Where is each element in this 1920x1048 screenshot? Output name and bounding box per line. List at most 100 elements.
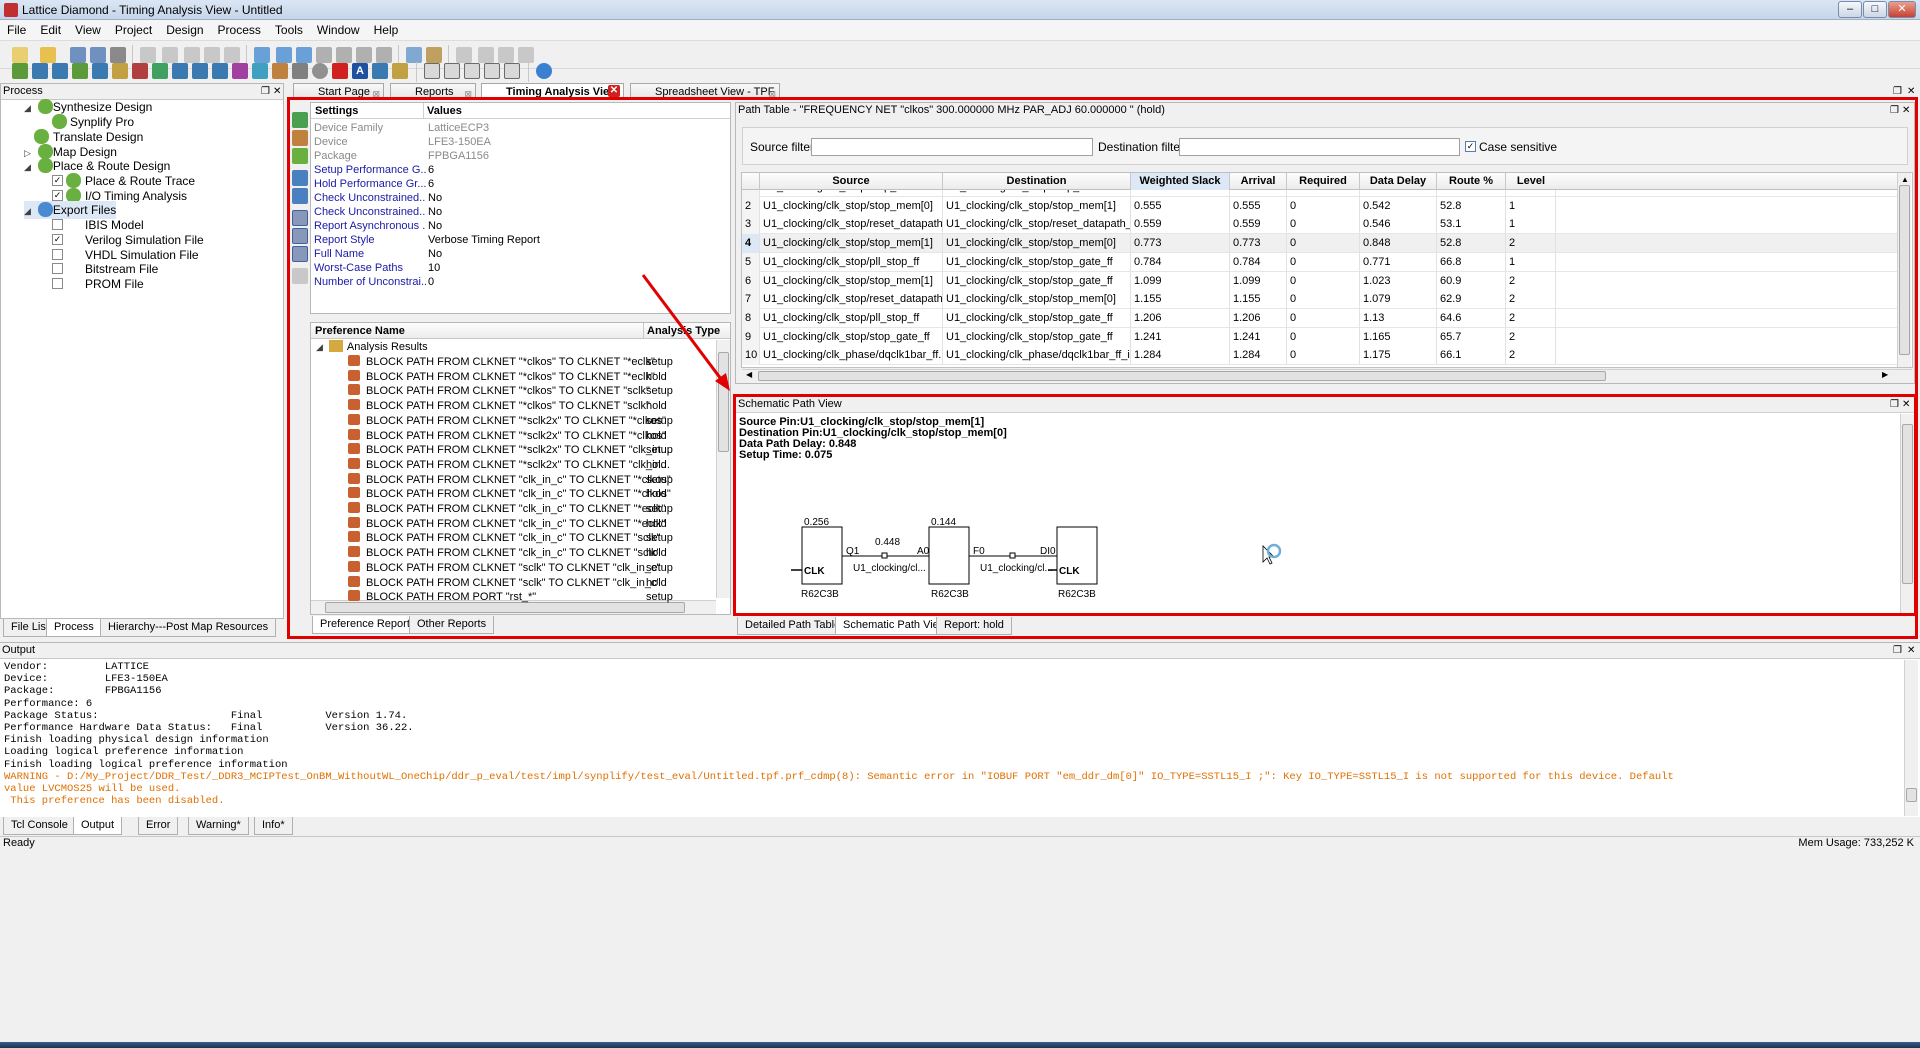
menu-help[interactable]: Help (367, 20, 406, 37)
panel-view-2-icon[interactable] (292, 228, 308, 244)
wand-icon[interactable] (392, 63, 408, 79)
layout-d-icon[interactable] (484, 63, 500, 79)
tab-report-hold[interactable]: Report: hold (936, 617, 1012, 635)
close-tab-icon[interactable]: ✕ (608, 85, 620, 97)
scroll-thumb[interactable] (1899, 185, 1910, 355)
column-destination[interactable]: Destination (943, 173, 1131, 190)
checkbox-checked[interactable]: ✓ (52, 234, 63, 245)
column-data-delay[interactable]: Data Delay (1360, 173, 1437, 190)
programmer-icon[interactable] (272, 63, 288, 79)
tab-start-page[interactable]: Start Page ⊠ (293, 83, 384, 100)
checkbox-unchecked[interactable] (52, 263, 63, 274)
tab-hierarchy[interactable]: Hierarchy---Post Map Resources (100, 619, 277, 637)
column-required[interactable]: Required (1287, 173, 1360, 190)
close-view-icon[interactable]: ✕ (1907, 87, 1915, 97)
menu-project[interactable]: Project (108, 20, 159, 37)
tab-other-reports[interactable]: Other Reports (409, 616, 495, 634)
preference-row[interactable]: BLOCK PATH FROM CLKNET "*sclk2x" TO CLKN… (348, 428, 714, 444)
checkbox-unchecked[interactable] (52, 278, 63, 289)
maximize-button[interactable]: □ (1863, 1, 1887, 18)
settings-row[interactable]: Hold Performance Gr... 6 (313, 177, 729, 191)
settings-row[interactable]: Report Style Verbose Timing Report (313, 233, 729, 247)
preference-row[interactable]: BLOCK PATH FROM CLKNET "clk_in_c" TO CLK… (348, 487, 714, 502)
netlist-view-icon[interactable] (32, 63, 48, 79)
column-level[interactable]: Level (1506, 173, 1556, 190)
path-table-row[interactable]: 6 U1_clocking/clk_stop/stop_mem[1] U1_cloc… (742, 271, 1897, 291)
preference-row[interactable]: BLOCK PATH FROM CLKNET "sclk" TO CLKNET … (348, 560, 714, 576)
simulation-wizard-icon[interactable] (252, 63, 268, 79)
edit-settings-icon[interactable] (292, 130, 308, 146)
column-arrival[interactable]: Arrival (1230, 173, 1287, 190)
tab-process[interactable]: Process (46, 619, 102, 637)
lut-block[interactable] (928, 526, 970, 585)
path-table-row[interactable]: 3 U1_clocking/clk_stop/reset_datapath_ff U… (742, 215, 1897, 235)
column-source[interactable]: Source (760, 173, 943, 190)
path-table-row[interactable]: 10 U1_clocking/clk_phase/dqclk1bar_ff... U… (742, 346, 1897, 366)
minimize-button[interactable]: – (1838, 1, 1862, 18)
scroll-thumb[interactable] (1902, 424, 1913, 584)
source-filter-input[interactable] (811, 138, 1093, 156)
update-icon[interactable] (292, 148, 308, 164)
panel-view-1-icon[interactable] (292, 210, 308, 226)
close-panel-icon[interactable]: ✕ (273, 87, 281, 97)
preference-name-header[interactable]: Preference Name (315, 323, 405, 339)
tab-error[interactable]: Error (138, 817, 179, 835)
column-weighted-slack[interactable]: Weighted Slack (1131, 173, 1230, 190)
menu-tools[interactable]: Tools (268, 20, 310, 37)
path-table-row[interactable]: 2 U1_clocking/clk_stop/stop_mem[0] U1_cloc… (742, 196, 1897, 216)
preference-row[interactable]: BLOCK PATH FROM CLKNET "clk_in_c" TO CLK… (348, 516, 714, 532)
path-table-hscrollbar[interactable]: ◀ ▶ (742, 369, 1912, 382)
checkbox-unchecked[interactable] (52, 249, 63, 260)
tab-info[interactable]: Info* (254, 817, 293, 835)
menu-file[interactable]: File (0, 20, 33, 37)
preference-row[interactable]: BLOCK PATH FROM CLKNET "clk_in_c" TO CLK… (348, 546, 714, 561)
menu-process[interactable]: Process (211, 20, 268, 37)
reveal-analyzer-icon[interactable] (232, 63, 248, 79)
schematic-vscrollbar[interactable] (1900, 414, 1914, 614)
settings-row[interactable]: Package FPBGA1156 (313, 149, 729, 163)
destination-filter-input[interactable] (1179, 138, 1460, 156)
menu-window[interactable]: Window (310, 20, 367, 37)
path-table-vscrollbar[interactable]: ▲ (1897, 173, 1911, 367)
tab-spreadsheet-view[interactable]: Spreadsheet View - TPF ⊠ (630, 83, 780, 100)
power-calculator-icon[interactable] (172, 63, 188, 79)
tab-preference-reports[interactable]: Preference Reports (312, 616, 424, 634)
tab-warning[interactable]: Warning* (188, 817, 249, 835)
web-help-icon[interactable] (536, 63, 552, 79)
settings-row[interactable]: Setup Performance G... 6 (313, 163, 729, 177)
layout-c-icon[interactable] (464, 63, 480, 79)
logic-analyzer-icon[interactable] (332, 63, 348, 79)
float-icon[interactable]: ❐ (1893, 646, 1902, 656)
run-analysis-icon[interactable] (292, 112, 308, 128)
settings-row[interactable]: Report Asynchronous ... No (313, 219, 729, 233)
synthesis-tool-icon[interactable] (12, 63, 28, 79)
tab-tcl-console[interactable]: Tcl Console (3, 817, 76, 835)
physical-view-icon[interactable] (132, 63, 148, 79)
float-icon[interactable]: ❐ (1890, 106, 1899, 116)
preference-row[interactable]: BLOCK PATH FROM CLKNET "*sclk2x" TO CLKN… (348, 457, 714, 473)
reveal-inserter-icon[interactable] (212, 63, 228, 79)
detailed-path-icon[interactable] (292, 188, 308, 204)
path-table-row[interactable]: 8 U1_clocking/clk_stop/pll_stop_ff U1_cloc… (742, 308, 1897, 328)
tab-timing-analysis-view[interactable]: Timing Analysis View ✕ (481, 83, 624, 100)
layout-e-icon[interactable] (504, 63, 520, 79)
tab-reports[interactable]: Reports ⊠ (390, 83, 476, 100)
path-table-row[interactable]: 4 U1_clocking/clk_stop/stop_mem[1] U1_cloc… (742, 234, 1897, 254)
path-table-row[interactable]: 5 U1_clocking/clk_stop/pll_stop_ff U1_cloc… (742, 252, 1897, 272)
settings-row[interactable]: Full Name No (313, 247, 729, 261)
preference-row[interactable]: BLOCK PATH FROM CLKNET "*clkos" TO CLKNE… (348, 399, 714, 414)
path-table-icon[interactable] (292, 170, 308, 186)
preference-row[interactable]: BLOCK PATH FROM CLKNET "*sclk2x" TO CLKN… (348, 413, 714, 429)
package-view-icon[interactable] (92, 63, 108, 79)
design-view-icon[interactable] (372, 63, 388, 79)
float-icon[interactable]: ❐ (1893, 87, 1902, 97)
menu-view[interactable]: View (68, 20, 108, 37)
process-item-prom[interactable]: PROM File (52, 275, 144, 293)
menu-edit[interactable]: Edit (33, 20, 68, 37)
ecoeditor-icon[interactable] (192, 63, 208, 79)
path-table-row[interactable]: 9 U1_clocking/clk_stop/stop_gate_ff U1_clo… (742, 327, 1897, 347)
preference-row[interactable]: BLOCK PATH FROM CLKNET "clk_in_c" TO CLK… (348, 502, 714, 517)
preference-row[interactable]: BLOCK PATH FROM CLKNET "clk_in_c" TO CLK… (348, 472, 714, 488)
float-icon[interactable]: ❐ (261, 87, 270, 97)
layout-b-icon[interactable] (444, 63, 460, 79)
